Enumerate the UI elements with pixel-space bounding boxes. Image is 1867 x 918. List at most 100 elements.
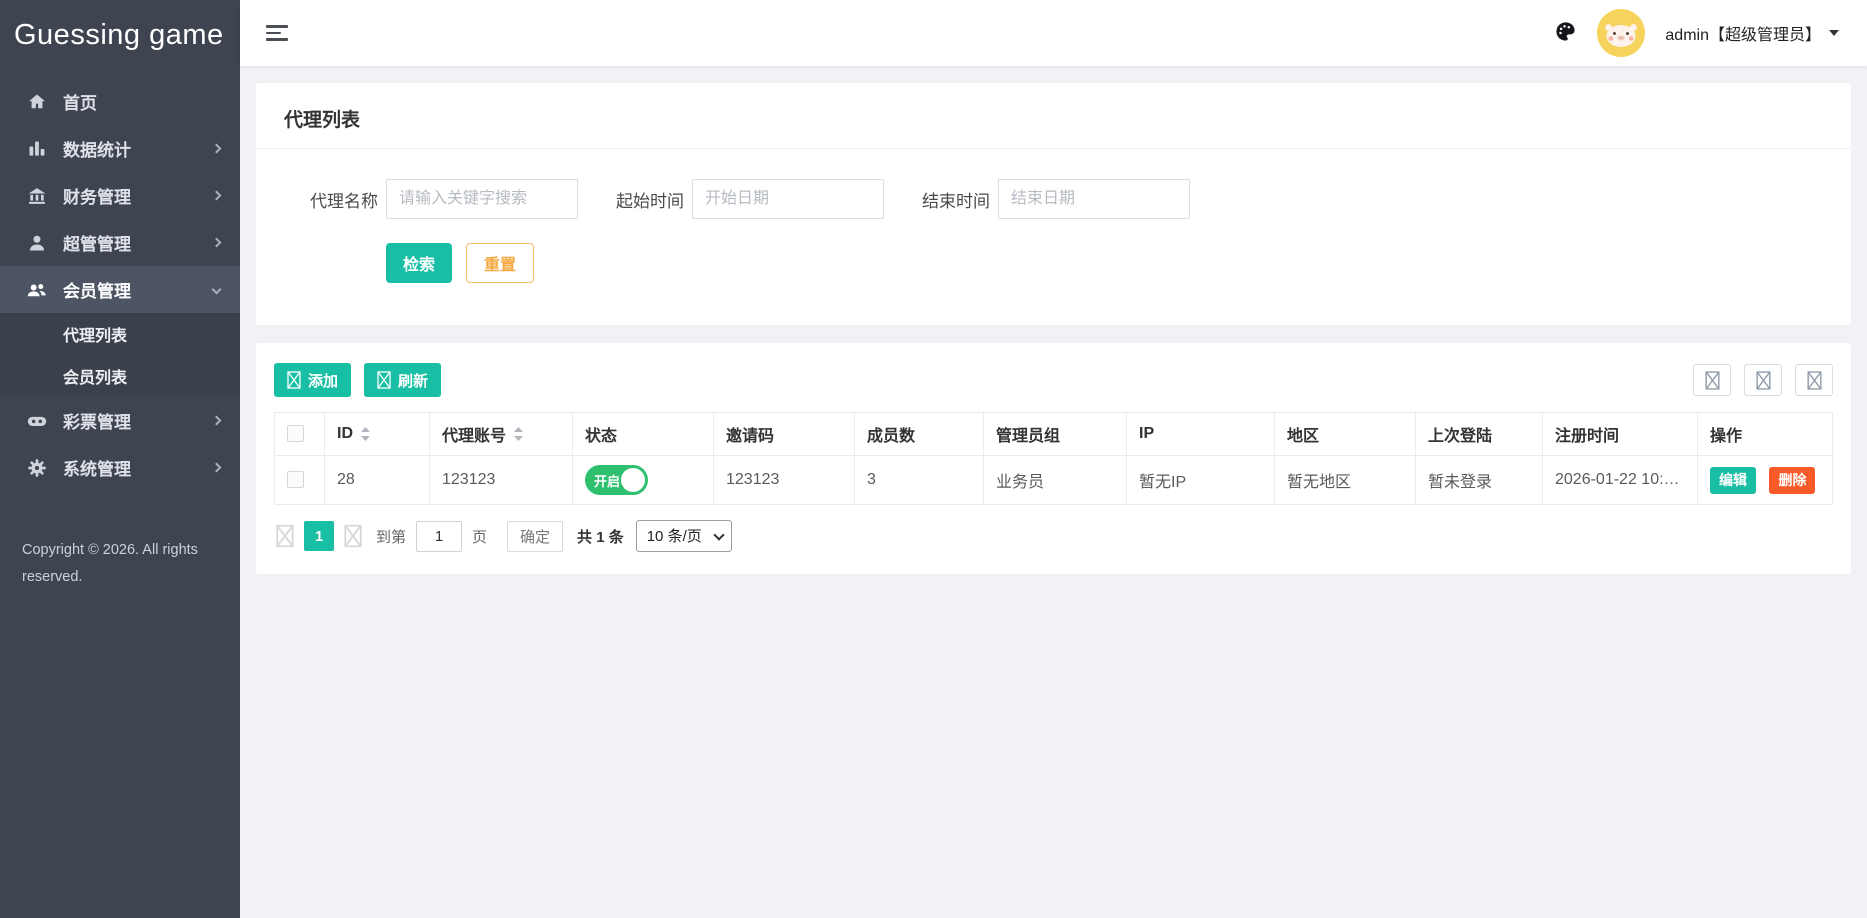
column-label: 代理账号	[442, 422, 506, 446]
sidebar-item-finance[interactable]: 财务管理	[0, 172, 240, 219]
app-title: Guessing game	[0, 0, 240, 70]
cell-region: 暂无地区	[1275, 456, 1416, 505]
topbar: admin【超级管理员】	[240, 0, 1867, 66]
sidebar-item-label: 首页	[63, 89, 97, 114]
users-icon	[26, 280, 48, 300]
end-time-field: 结束时间	[922, 179, 1190, 219]
agent-name-field: 代理名称	[310, 179, 578, 219]
column-header-invite: 邀请码	[714, 413, 855, 456]
prev-page-button[interactable]	[276, 524, 294, 548]
column-label: ID	[337, 425, 353, 443]
gamepad-icon	[26, 411, 48, 431]
table-tool-button-2[interactable]	[1744, 364, 1782, 396]
page-size-select[interactable]: 10 条/页	[636, 520, 732, 552]
cell-id: 28	[325, 456, 430, 505]
search-button[interactable]: 检索	[386, 243, 452, 283]
palette-icon	[1554, 20, 1577, 46]
status-toggle[interactable]: 开启	[585, 465, 648, 495]
column-header-actions: 操作	[1698, 413, 1833, 456]
filter-form: 代理名称 起始时间 结束时间 检索	[282, 179, 1825, 283]
sort-icon[interactable]	[513, 426, 524, 442]
add-button[interactable]: 添加	[274, 363, 351, 397]
start-date-input[interactable]	[692, 179, 884, 219]
column-header-members: 成员数	[855, 413, 984, 456]
column-header-region: 地区	[1275, 413, 1416, 456]
user-avatar[interactable]	[1597, 9, 1645, 57]
user-name: admin【超级管理员】	[1665, 21, 1821, 45]
user-icon	[26, 233, 48, 253]
cell-member-count: 3	[855, 456, 984, 505]
status-toggle-label: 开启	[594, 471, 620, 490]
column-header-account[interactable]: 代理账号	[430, 413, 573, 456]
avatar-pig-face	[1597, 9, 1645, 57]
filter-card: 代理列表 代理名称 起始时间 结束时间	[256, 83, 1851, 325]
sidebar-item-lottery[interactable]: 彩票管理	[0, 397, 240, 444]
next-page-button[interactable]	[344, 524, 362, 548]
refresh-button[interactable]: 刷新	[364, 363, 441, 397]
start-time-label: 起始时间	[616, 187, 684, 212]
sidebar: Guessing game 首页 数据统计 财务管理	[0, 0, 240, 918]
page-content: 代理列表 代理名称 起始时间 结束时间	[240, 66, 1867, 918]
theme-palette-button[interactable]	[1554, 20, 1577, 46]
edit-button[interactable]: 编辑	[1710, 467, 1756, 494]
menu-toggle-button[interactable]	[266, 25, 288, 41]
copyright-text: Copyright © 2026. All rights reserved.	[0, 537, 240, 591]
sidebar-item-label: 彩票管理	[63, 408, 131, 433]
end-date-input[interactable]	[998, 179, 1190, 219]
sort-icon[interactable]	[360, 426, 371, 442]
sidebar-item-label: 会员管理	[63, 277, 131, 302]
missing-glyph-icon	[1807, 371, 1822, 390]
pagination: 1 到第 页 确定 共 1 条 10 条/页	[274, 520, 1833, 552]
agent-name-input[interactable]	[386, 179, 578, 219]
sidebar-item-superadmin[interactable]: 超管管理	[0, 219, 240, 266]
table-header-row: ID 代理账号 状态 邀请码 成员数 管理员组 IP	[275, 413, 1833, 456]
missing-glyph-icon	[276, 524, 294, 548]
start-time-field: 起始时间	[616, 179, 884, 219]
sidebar-item-home[interactable]: 首页	[0, 78, 240, 125]
missing-glyph-icon	[344, 524, 362, 548]
column-header-id[interactable]: ID	[325, 413, 430, 456]
chevron-right-icon	[212, 238, 222, 248]
user-menu[interactable]: admin【超级管理员】	[1665, 21, 1839, 45]
goto-page-input[interactable]	[416, 521, 462, 552]
home-icon	[26, 92, 48, 112]
agent-table: ID 代理账号 状态 邀请码 成员数 管理员组 IP	[274, 412, 1833, 505]
sidebar-item-system[interactable]: 系统管理	[0, 444, 240, 491]
sidebar-item-members[interactable]: 会员管理	[0, 266, 240, 313]
divider	[256, 148, 1851, 149]
sidebar-subitem-label: 会员列表	[63, 364, 127, 388]
cell-invite-code: 123123	[714, 456, 855, 505]
app-root: Guessing game 首页 数据统计 财务管理	[0, 0, 1867, 918]
sidebar-subitem-member-list[interactable]: 会员列表	[0, 355, 240, 397]
reset-button[interactable]: 重置	[466, 243, 534, 283]
agent-name-label: 代理名称	[310, 187, 378, 212]
sidebar-subitem-agent-list[interactable]: 代理列表	[0, 313, 240, 355]
table-toolbar: 添加 刷新	[274, 363, 1833, 397]
column-header-lastlogin: 上次登陆	[1416, 413, 1543, 456]
chevron-down-icon	[212, 285, 222, 295]
goto-confirm-button[interactable]: 确定	[507, 521, 563, 552]
sidebar-submenu: 代理列表 会员列表	[0, 313, 240, 397]
caret-down-icon	[1829, 30, 1839, 36]
goto-suffix: 页	[472, 526, 487, 547]
sidebar-item-statistics[interactable]: 数据统计	[0, 125, 240, 172]
row-checkbox[interactable]	[287, 471, 304, 488]
cell-register-time: 2026-01-22 10:…	[1543, 456, 1698, 505]
table-card: 添加 刷新	[256, 343, 1851, 574]
column-header-regtime: 注册时间	[1543, 413, 1698, 456]
select-all-checkbox[interactable]	[287, 425, 304, 442]
refresh-button-label: 刷新	[398, 370, 428, 391]
missing-glyph-icon	[1705, 371, 1720, 390]
toggle-knob	[621, 468, 645, 492]
cell-account: 123123	[430, 456, 573, 505]
current-page[interactable]: 1	[304, 521, 334, 551]
cell-ip: 暂无IP	[1127, 456, 1275, 505]
chevron-right-icon	[212, 463, 222, 473]
table-tool-button-1[interactable]	[1693, 364, 1731, 396]
table-tool-button-3[interactable]	[1795, 364, 1833, 396]
delete-button[interactable]: 删除	[1769, 467, 1815, 494]
sidebar-subitem-label: 代理列表	[63, 322, 127, 346]
cell-last-login: 暂未登录	[1416, 456, 1543, 505]
sidebar-item-label: 系统管理	[63, 455, 131, 480]
column-header-ip: IP	[1127, 413, 1275, 456]
